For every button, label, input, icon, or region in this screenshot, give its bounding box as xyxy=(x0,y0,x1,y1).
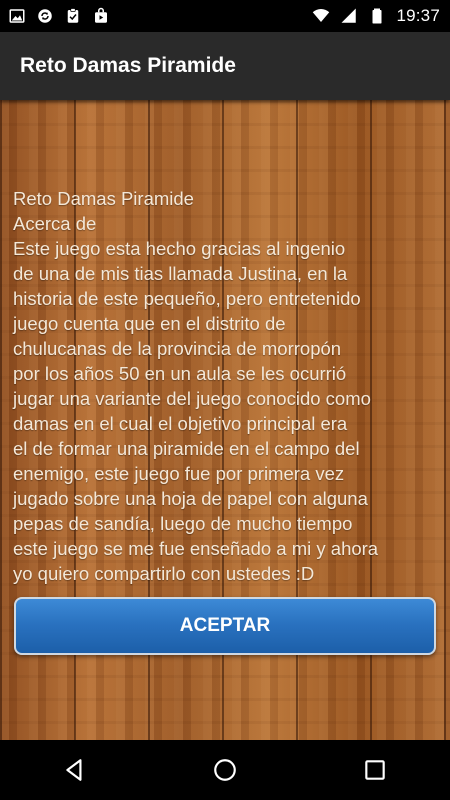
recents-button[interactable] xyxy=(345,740,405,800)
back-icon xyxy=(66,759,82,781)
about-body: Este juego esta hecho gracias al ingenio… xyxy=(13,238,379,584)
about-heading: Reto Damas Piramide xyxy=(13,188,194,209)
shopping-bag-icon xyxy=(92,7,110,25)
signal-icon xyxy=(340,7,358,25)
about-subheading: Acerca de xyxy=(13,213,97,234)
home-button[interactable] xyxy=(195,740,255,800)
back-button[interactable] xyxy=(45,740,105,800)
status-left-icons xyxy=(8,7,110,25)
about-text: Reto Damas Piramide Acerca de Este juego… xyxy=(13,186,438,586)
wifi-icon xyxy=(312,7,330,25)
home-icon xyxy=(214,759,236,781)
status-time: 19:37 xyxy=(396,6,440,25)
app-title: Reto Damas Piramide xyxy=(20,54,236,77)
status-bar: 19:37 xyxy=(0,0,450,32)
sync-icon xyxy=(36,7,54,25)
battery-icon xyxy=(368,7,386,25)
clipboard-check-icon xyxy=(64,7,82,25)
navigation-bar xyxy=(0,740,450,800)
app-bar: Reto Damas Piramide xyxy=(0,32,450,100)
image-icon xyxy=(8,7,26,25)
accept-button[interactable]: ACEPTAR xyxy=(14,597,436,655)
recents-icon xyxy=(365,760,385,780)
about-panel: Reto Damas Piramide Acerca de Este juego… xyxy=(0,100,450,740)
status-right-icons: 19:37 xyxy=(312,6,440,26)
